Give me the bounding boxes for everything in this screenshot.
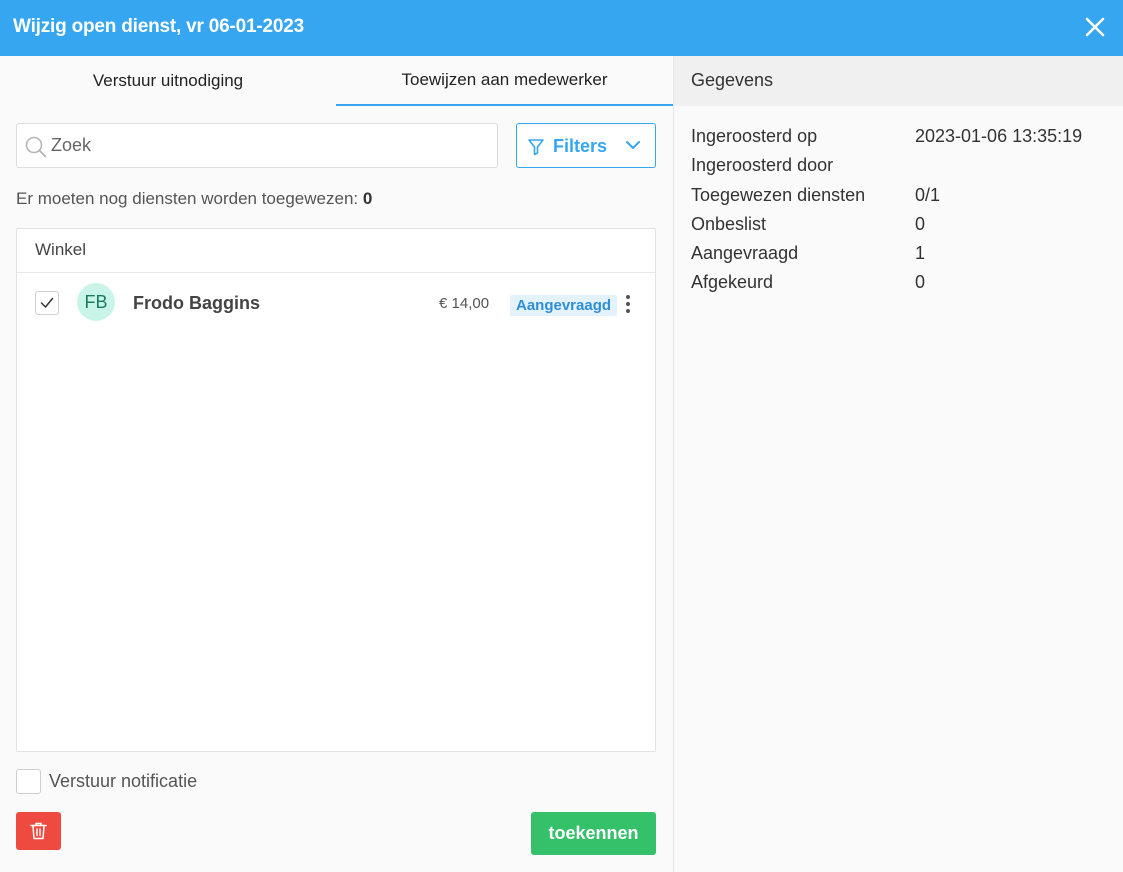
remaining-label: Er moeten nog diensten worden toegewezen… [16,189,359,208]
details-panel: Gegevens Ingeroosterd op 2023-01-06 13:3… [673,56,1123,872]
left-panel: Verstuur uitnodiging Toewijzen aan medew… [0,56,673,872]
detail-value: 2023-01-06 13:35:19 [915,126,1083,146]
search-icon [25,136,47,158]
dialog-header: Wijzig open dienst, vr 06-01-2023 [0,0,1123,56]
detail-key: Onbeslist [691,213,767,234]
filters-label: Filters [553,136,608,156]
detail-value: 0 [915,272,926,293]
detail-key: Ingeroosterd op [691,126,818,146]
more-options-icon[interactable] [619,293,637,317]
detail-value: 0/1 [915,184,941,205]
search-input[interactable] [51,124,491,167]
assign-label: toekennen [548,823,639,843]
close-icon[interactable] [1083,15,1107,39]
detail-key: Toegewezen diensten [691,184,866,205]
filter-icon [528,139,544,156]
detail-key: Afgekeurd [691,272,774,293]
chevron-down-icon [626,141,640,149]
list-group-header: Winkel [17,229,655,273]
remaining-shifts-text: Er moeten nog diensten worden toegewezen… [16,189,372,209]
detail-key: Aangevraagd [691,243,799,264]
list-item: FB Frodo Baggins € 14,00 Aangevraagd [17,277,655,333]
check-icon [40,297,54,308]
remaining-count: 0 [362,189,373,208]
filters-button[interactable]: Filters [516,123,656,168]
tab-toewijzen-aan-medewerker[interactable]: Toewijzen aan medewerker [336,56,673,106]
tab-label: Verstuur uitnodiging [92,71,244,90]
detail-value: 1 [915,243,926,264]
delete-button[interactable] [16,812,61,850]
employee-list: Winkel FB Frodo Baggins € 14,00 Aangevra… [16,228,656,752]
details-title: Gegevens [674,56,1123,106]
detail-value: 0 [915,213,926,234]
employee-checkbox[interactable] [35,291,59,315]
dialog-title: Wijzig open dienst, vr 06-01-2023 [13,16,304,37]
trash-icon [30,822,47,840]
search-box [16,123,498,168]
avatar: FB [77,283,115,321]
tab-label: Toewijzen aan medewerker [401,70,608,89]
detail-key: Ingeroosterd door [691,155,834,176]
employee-price: € 14,00 [439,295,490,312]
send-notification-label: Verstuur notificatie [49,771,198,791]
status-badge: Aangevraagd [510,295,618,316]
assign-button[interactable]: toekennen [531,812,656,855]
tab-verstuur-uitnodiging[interactable]: Verstuur uitnodiging [0,56,336,106]
employee-name: Frodo Baggins [133,293,260,313]
send-notification-checkbox[interactable] [16,769,41,794]
